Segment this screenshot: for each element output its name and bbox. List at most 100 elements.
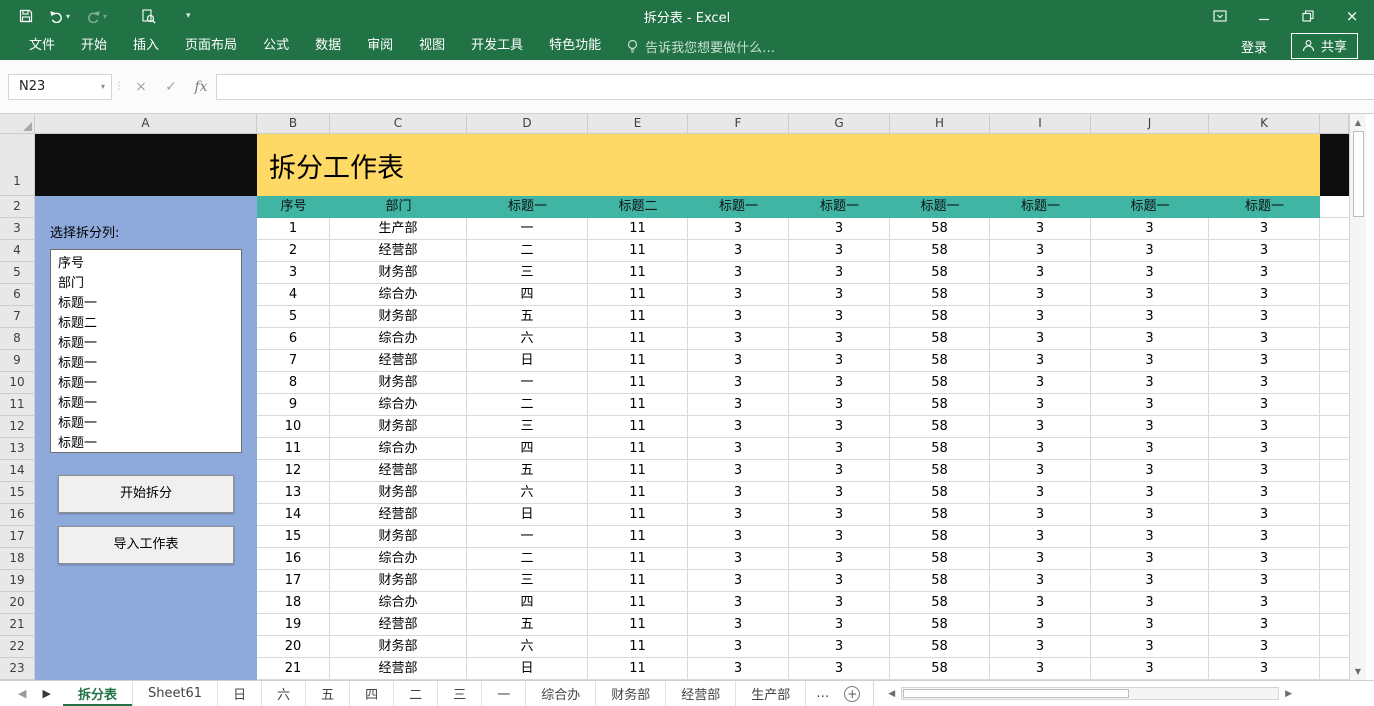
cell[interactable]: 综合办 bbox=[330, 328, 467, 350]
cell[interactable]: 3 bbox=[789, 460, 890, 482]
cell[interactable]: 3 bbox=[1209, 394, 1320, 416]
cell[interactable]: 3 bbox=[990, 570, 1091, 592]
cell[interactable]: 3 bbox=[1209, 438, 1320, 460]
cell[interactable]: 4 bbox=[257, 284, 330, 306]
row-header[interactable]: 13 bbox=[0, 438, 35, 460]
row-header[interactable]: 23 bbox=[0, 658, 35, 680]
cell[interactable]: 3 bbox=[1091, 372, 1209, 394]
sheet-tab[interactable]: 四 bbox=[350, 681, 395, 706]
sheet-tab[interactable]: Sheet61 bbox=[133, 681, 219, 706]
cell[interactable]: 财务部 bbox=[330, 262, 467, 284]
cell[interactable]: 经营部 bbox=[330, 614, 467, 636]
cell[interactable]: 3 bbox=[789, 306, 890, 328]
cell[interactable]: 11 bbox=[588, 284, 688, 306]
cell[interactable] bbox=[1320, 262, 1349, 284]
row-header[interactable]: 20 bbox=[0, 592, 35, 614]
cell[interactable]: 日 bbox=[467, 658, 588, 680]
cell[interactable]: 五 bbox=[467, 614, 588, 636]
sheet-nav-left-icon[interactable]: ◀ bbox=[18, 687, 26, 700]
cell[interactable]: 一 bbox=[467, 526, 588, 548]
header-cell[interactable]: 标题一 bbox=[1209, 196, 1320, 218]
ribbon-tab[interactable]: 视图 bbox=[406, 32, 458, 60]
column-header-d[interactable]: D bbox=[467, 114, 588, 134]
cell[interactable]: 58 bbox=[890, 592, 990, 614]
cell[interactable]: 3 bbox=[789, 658, 890, 680]
cell[interactable]: 2 bbox=[257, 240, 330, 262]
cell[interactable]: 3 bbox=[1209, 460, 1320, 482]
row-header[interactable]: 11 bbox=[0, 394, 35, 416]
cell[interactable]: 四 bbox=[467, 592, 588, 614]
split-column-listbox[interactable]: 序号 部门 标题一 标题二 标题一 标题一 标题一 标题一 标题一 标题一 bbox=[50, 249, 242, 453]
header-cell[interactable]: 标题一 bbox=[467, 196, 588, 218]
cell[interactable]: 3 bbox=[1091, 460, 1209, 482]
cell[interactable]: 3 bbox=[990, 262, 1091, 284]
cell[interactable]: 一 bbox=[467, 218, 588, 240]
header-cell[interactable]: 标题一 bbox=[1091, 196, 1209, 218]
cell[interactable]: 3 bbox=[1209, 416, 1320, 438]
sheet-tab[interactable]: 生产部 bbox=[736, 681, 807, 706]
cell[interactable]: 11 bbox=[588, 658, 688, 680]
cell[interactable]: 3 bbox=[1091, 482, 1209, 504]
cell[interactable]: 3 bbox=[789, 394, 890, 416]
cell[interactable]: 3 bbox=[688, 482, 789, 504]
header-cell[interactable]: 部门 bbox=[330, 196, 467, 218]
cell[interactable]: 3 bbox=[990, 240, 1091, 262]
cell-a1-black[interactable] bbox=[35, 134, 257, 196]
cell[interactable]: 3 bbox=[1091, 548, 1209, 570]
cell[interactable]: 五 bbox=[467, 306, 588, 328]
cell[interactable]: 3 bbox=[1091, 438, 1209, 460]
cell[interactable] bbox=[1320, 614, 1349, 636]
listbox-item[interactable]: 标题一 bbox=[58, 354, 234, 374]
tell-me-box[interactable]: 告诉我您想要做什么… bbox=[626, 37, 775, 56]
cell[interactable]: 3 bbox=[789, 416, 890, 438]
header-cell[interactable]: 标题二 bbox=[588, 196, 688, 218]
cell[interactable]: 3 bbox=[1091, 636, 1209, 658]
cell[interactable]: 17 bbox=[257, 570, 330, 592]
listbox-item[interactable]: 部门 bbox=[58, 274, 234, 294]
undo-dropdown-icon[interactable]: ▾ bbox=[66, 12, 70, 21]
cell[interactable]: 3 bbox=[1091, 504, 1209, 526]
sheet-tab[interactable]: 三 bbox=[438, 681, 483, 706]
cell[interactable] bbox=[1320, 328, 1349, 350]
cell[interactable]: 3 bbox=[688, 328, 789, 350]
row-header[interactable]: 3 bbox=[0, 218, 35, 240]
listbox-item[interactable]: 标题一 bbox=[58, 294, 234, 314]
cell[interactable]: 10 bbox=[257, 416, 330, 438]
column-header-k[interactable]: K bbox=[1209, 114, 1320, 134]
cell[interactable]: 3 bbox=[1209, 240, 1320, 262]
start-split-button[interactable]: 开始拆分 bbox=[58, 475, 234, 513]
cell[interactable]: 58 bbox=[890, 504, 990, 526]
row-header[interactable]: 19 bbox=[0, 570, 35, 592]
cell[interactable]: 11 bbox=[588, 218, 688, 240]
cell[interactable]: 3 bbox=[789, 636, 890, 658]
cell[interactable]: 11 bbox=[588, 416, 688, 438]
cell[interactable]: 3 bbox=[1091, 570, 1209, 592]
cell[interactable]: 综合办 bbox=[330, 394, 467, 416]
cell[interactable]: 58 bbox=[890, 548, 990, 570]
redo-dropdown-icon[interactable]: ▾ bbox=[103, 12, 107, 21]
cell[interactable]: 58 bbox=[890, 328, 990, 350]
cell[interactable]: 3 bbox=[990, 438, 1091, 460]
cell[interactable]: 3 bbox=[688, 592, 789, 614]
cell[interactable]: 3 bbox=[990, 284, 1091, 306]
cell[interactable] bbox=[1320, 394, 1349, 416]
header-cell[interactable]: 序号 bbox=[257, 196, 330, 218]
cell[interactable]: 财务部 bbox=[330, 636, 467, 658]
print-preview-button[interactable] bbox=[136, 7, 161, 26]
ribbon-tab[interactable]: 开始 bbox=[68, 32, 120, 60]
cell[interactable]: 3 bbox=[1209, 350, 1320, 372]
row-header[interactable]: 22 bbox=[0, 636, 35, 658]
cell[interactable]: 3 bbox=[990, 218, 1091, 240]
cell[interactable]: 3 bbox=[789, 240, 890, 262]
cell[interactable]: 六 bbox=[467, 328, 588, 350]
cell[interactable]: 3 bbox=[789, 614, 890, 636]
column-header-h[interactable]: H bbox=[890, 114, 990, 134]
cell[interactable]: 经营部 bbox=[330, 350, 467, 372]
row-header[interactable]: 9 bbox=[0, 350, 35, 372]
cell[interactable]: 58 bbox=[890, 306, 990, 328]
cell[interactable] bbox=[1320, 350, 1349, 372]
cell[interactable] bbox=[1320, 592, 1349, 614]
cell[interactable]: 3 bbox=[688, 526, 789, 548]
cell[interactable]: 6 bbox=[257, 328, 330, 350]
row-header[interactable]: 2 bbox=[0, 196, 35, 218]
